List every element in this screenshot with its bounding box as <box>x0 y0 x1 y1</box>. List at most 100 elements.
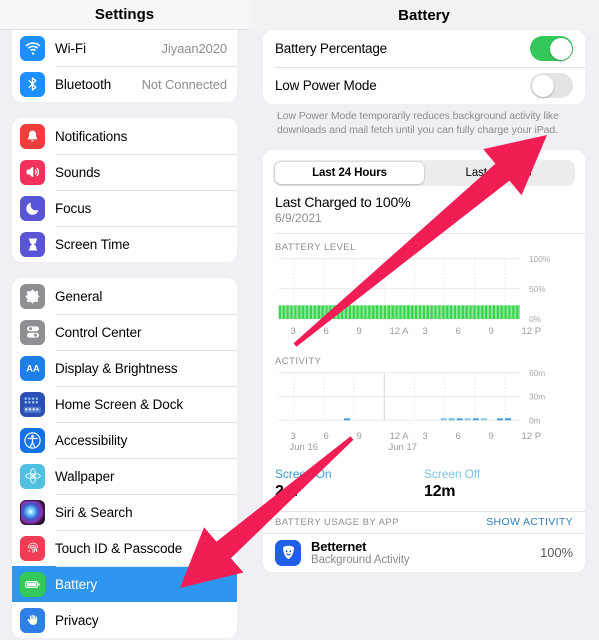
app-name: Betternet <box>311 539 367 555</box>
last-charged-date: 6/9/2021 <box>275 211 322 226</box>
svg-text:AA: AA <box>26 364 40 374</box>
x-tick-label: 3 <box>422 326 428 338</box>
svg-text:60m: 60m <box>529 369 545 378</box>
last-charged-title: Last Charged to 100% <box>275 194 411 211</box>
activity-x-axis: 3 6 9 12 A 3 6 9 12 P Jun 16 Jun 17 <box>263 431 585 457</box>
svg-text:0%: 0% <box>529 315 542 324</box>
x-tick-label: 3 <box>290 431 296 443</box>
sidebar-item-value: Jiyaan2020 <box>161 40 228 56</box>
activity-chart: 60m 30m 0m <box>263 369 585 431</box>
sidebar-item-label: Wallpaper <box>55 468 115 484</box>
sidebar-item-privacy[interactable]: Privacy <box>12 602 237 638</box>
sidebar-item-label: General <box>55 288 103 304</box>
wifi-icon <box>20 35 45 61</box>
low-power-mode-label: Low Power Mode <box>275 78 377 93</box>
sidebar-item-wallpaper[interactable]: Wallpaper <box>12 458 237 494</box>
screen-on-label: Screen On <box>275 467 332 482</box>
low-power-mode-toggle[interactable] <box>530 73 573 98</box>
display-brightness-aa-icon: AA <box>20 355 45 381</box>
svg-text:100%: 100% <box>529 255 551 264</box>
screen-off-label: Screen Off <box>424 467 481 482</box>
sidebar-item-label: Notifications <box>55 128 128 144</box>
sidebar-group-1: Notifications Sounds Focus Screen Time <box>12 118 237 262</box>
battery-level-chart: 100% 50% 0% <box>263 255 585 326</box>
sidebar-item-battery[interactable]: Battery <box>12 566 237 602</box>
siri-search-icon <box>20 499 45 525</box>
battery-usage-caption: BATTERY USAGE BY APP <box>275 516 399 528</box>
x-tick-label: 3 <box>290 326 296 338</box>
sidebar-item-label: Control Center <box>55 324 142 340</box>
sidebar-item-label: Touch ID & Passcode <box>55 540 183 556</box>
sidebar-item-notifications[interactable]: Notifications <box>12 118 237 154</box>
x-axis-date-label: Jun 16 <box>289 442 319 454</box>
sidebar-group-0: Wi-Fi Jiyaan2020 Bluetooth Not Connected <box>12 30 237 102</box>
sidebar-item-label: Accessibility <box>55 432 128 448</box>
sidebar-group-2: General Control Center AA Display & Brightn… <box>12 278 237 638</box>
sidebar-item-siri-search[interactable]: Siri & Search <box>12 494 237 530</box>
app-battery-percent: 100% <box>540 545 573 561</box>
x-axis-date-label: Jun 17 <box>388 442 418 454</box>
x-tick-label: 6 <box>323 326 329 338</box>
battery-percentage-toggle[interactable] <box>530 36 573 61</box>
notifications-icon <box>20 123 45 149</box>
x-tick-label: 12 A <box>389 431 409 443</box>
battery-percentage-label: Battery Percentage <box>275 41 387 56</box>
gear-icon <box>20 283 45 309</box>
sidebar-item-display-brightness[interactable]: AA Display & Brightness <box>12 350 237 386</box>
battery-usage-card: Last 24 Hours Last 10 Days Last Charged … <box>263 150 585 573</box>
segment-last-24-hours[interactable]: Last 24 Hours <box>275 162 424 185</box>
app-usage-row[interactable]: Betternet Background Activity 100% <box>263 533 585 572</box>
screen-time-summary: Screen On 2m Screen Off 12m <box>263 457 585 511</box>
sidebar-item-label: Privacy <box>55 612 99 628</box>
svg-text:50%: 50% <box>529 285 546 294</box>
sidebar-item-general[interactable]: General <box>12 278 237 314</box>
settings-sidebar: Settings Wi-Fi Jiyaan2020 Bluetooth Not Con… <box>0 0 249 640</box>
battery-percentage-row[interactable]: Battery Percentage <box>263 30 585 67</box>
bluetooth-icon <box>20 71 45 97</box>
show-activity-link[interactable]: SHOW ACTIVITY <box>486 516 573 528</box>
sidebar-item-touch-id-passcode[interactable]: Touch ID & Passcode <box>12 530 237 566</box>
screen-off-block: Screen Off 12m <box>424 467 573 501</box>
touch-id-fingerprint-icon <box>20 535 45 561</box>
page-title: Battery <box>249 0 599 30</box>
x-tick-label: 6 <box>455 431 461 443</box>
sidebar-item-label: Screen Time <box>55 236 130 252</box>
battery-toggles-card: Battery Percentage Low Power Mode <box>263 30 585 104</box>
battery-detail-panel: Battery Battery Percentage Low Power Mod… <box>249 0 599 640</box>
sidebar-item-home-screen-dock[interactable]: Home Screen & Dock <box>12 386 237 422</box>
sidebar-item-label: Wi-Fi <box>55 40 86 56</box>
x-tick-label: 9 <box>488 431 494 443</box>
low-power-mode-row[interactable]: Low Power Mode <box>263 67 585 104</box>
sidebar-item-wi-fi[interactable]: Wi-Fi Jiyaan2020 <box>12 30 237 66</box>
x-tick-label: 12 P <box>521 326 542 338</box>
screen-on-block: Screen On 2m <box>275 467 424 501</box>
focus-moon-icon <box>20 195 45 221</box>
sounds-icon <box>20 159 45 185</box>
app-subtitle: Background Activity <box>311 554 410 567</box>
time-range-segmented-control[interactable]: Last 24 Hours Last 10 Days <box>273 160 575 187</box>
home-screen-dock-icon <box>20 391 45 417</box>
battery-level-x-axis: 3 6 9 12 A 3 6 9 12 P <box>263 326 585 348</box>
sidebar-item-bluetooth[interactable]: Bluetooth Not Connected <box>12 66 237 102</box>
sidebar-item-control-center[interactable]: Control Center <box>12 314 237 350</box>
sidebar-item-label: Display & Brightness <box>55 360 178 376</box>
svg-text:30m: 30m <box>529 393 545 402</box>
battery-usage-header: BATTERY USAGE BY APP SHOW ACTIVITY <box>263 512 585 533</box>
sidebar-title: Settings <box>0 0 249 30</box>
privacy-hand-icon <box>20 607 45 633</box>
segment-last-10-days[interactable]: Last 10 Days <box>424 162 573 184</box>
sidebar-item-focus[interactable]: Focus <box>12 190 237 226</box>
x-tick-label: 3 <box>422 431 428 443</box>
wallpaper-flower-icon <box>20 463 45 489</box>
screen-time-hourglass-icon <box>20 231 45 257</box>
accessibility-icon <box>20 427 45 453</box>
activity-caption: ACTIVITY <box>275 356 322 368</box>
sidebar-item-accessibility[interactable]: Accessibility <box>12 422 237 458</box>
x-tick-label: 6 <box>455 326 461 338</box>
sidebar-list[interactable]: Wi-Fi Jiyaan2020 Bluetooth Not Connected Not… <box>0 30 249 638</box>
sidebar-item-sounds[interactable]: Sounds <box>12 154 237 190</box>
sidebar-item-label: Bluetooth <box>55 76 112 92</box>
x-tick-label: 9 <box>356 431 362 443</box>
sidebar-item-screen-time[interactable]: Screen Time <box>12 226 237 262</box>
control-center-icon <box>20 319 45 345</box>
